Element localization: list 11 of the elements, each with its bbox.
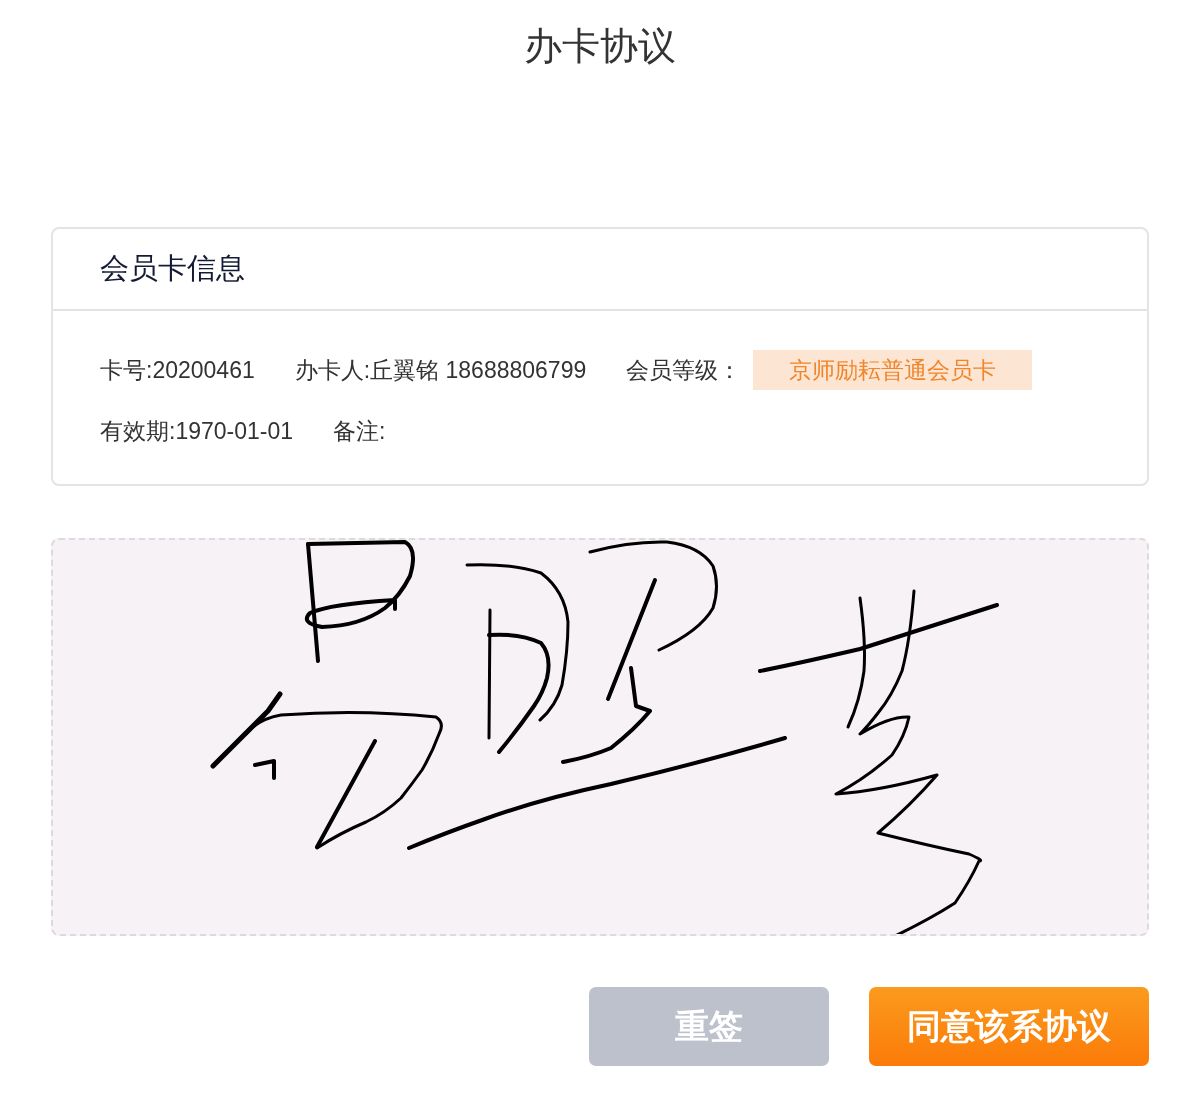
signature-pad[interactable]: [51, 538, 1149, 936]
info-text: 卡号:20200461: [100, 355, 255, 385]
resign-button[interactable]: 重签: [589, 987, 829, 1066]
agree-button[interactable]: 同意该系协议: [869, 987, 1149, 1066]
info-text: 办卡人:丘翼铭 18688806799: [294, 355, 587, 385]
info-text: 有效期:1970-01-01: [100, 417, 294, 446]
card-title: 会员卡信息: [100, 251, 245, 286]
info-label: 会员等级：: [626, 355, 742, 385]
info-text: 备注:: [333, 417, 386, 446]
member-level-tag: 京师励耘普通会员卡: [753, 350, 1033, 390]
page-title: 办卡协议: [524, 26, 676, 66]
